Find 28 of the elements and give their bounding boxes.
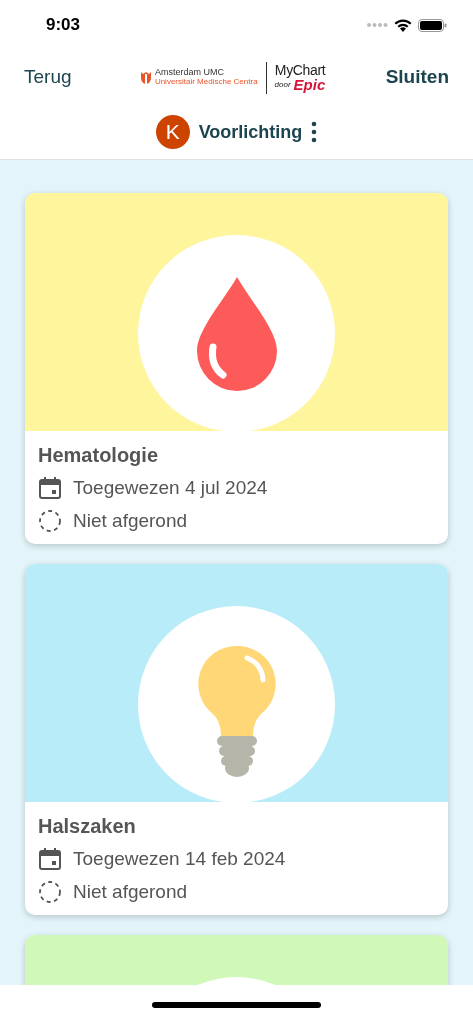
topic-card[interactable]: Hematologie Toegewezen 4 jul 2024 Niet afgerond: [25, 193, 448, 544]
page-title: Voorlichting: [198, 120, 303, 144]
dashed-circle-icon: [38, 508, 62, 533]
light-bulb-icon: [196, 643, 277, 778]
wifi-icon: [394, 18, 412, 32]
assigned-date: Toegewezen 14 feb 2024: [73, 847, 286, 871]
signal-icon: [366, 22, 388, 28]
completion-status: Niet afgerond: [73, 879, 188, 904]
by-label: door: [274, 80, 291, 89]
card-title: Hematologie: [38, 443, 160, 468]
battery-icon: [418, 18, 447, 32]
product-name: MyChart: [274, 63, 326, 77]
calendar-icon: [38, 847, 62, 872]
dashed-circle-icon: [38, 879, 62, 904]
calendar-icon: [38, 476, 62, 501]
tulip-logo-icon: [139, 70, 152, 85]
assigned-date: Toegewezen 4 jul 2024: [73, 476, 268, 500]
topic-card[interactable]: Halszaken Toegewezen 14 feb 2024 Niet afgerond: [25, 564, 448, 915]
vendor-name: Epic: [293, 77, 326, 92]
organization-name: Amsterdam UMC: [154, 68, 225, 77]
back-button[interactable]: Terug: [24, 63, 72, 92]
card-title: Halszaken: [38, 814, 137, 839]
close-button[interactable]: Sluiten: [385, 63, 449, 92]
status-time: 9:03: [46, 14, 81, 37]
completion-status: Niet afgerond: [73, 508, 188, 533]
organization-subtitle: Universitair Medische Centra: [154, 77, 258, 87]
more-icon[interactable]: [311, 121, 318, 143]
avatar[interactable]: K: [155, 115, 190, 149]
